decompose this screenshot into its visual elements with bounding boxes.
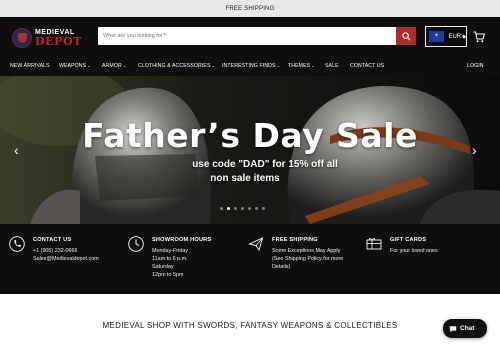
announcement-bar: FREE SHIPPING xyxy=(0,0,500,17)
cart-icon[interactable] xyxy=(473,31,485,43)
nav-label: CONTACT US xyxy=(350,63,385,69)
currency-caret-icon: ◆ xyxy=(462,33,466,40)
nav-themes[interactable]: THEMES⌄ xyxy=(288,63,315,69)
currency-selector[interactable]: EUR ◆ xyxy=(425,26,467,47)
login-link[interactable]: LOGIN xyxy=(467,63,484,69)
info-strip: CONTACT US +1 (905) 232-0666 Sales@Medie… xyxy=(0,224,500,294)
currency-label: EUR xyxy=(448,33,462,40)
search-icon xyxy=(401,31,411,41)
chevron-down-icon: ⌄ xyxy=(211,63,215,68)
slide-dot[interactable] xyxy=(255,207,258,210)
nav-label: ARMOR xyxy=(102,63,122,69)
nav-label: WEAPONS xyxy=(59,63,87,69)
paper-plane-icon xyxy=(248,237,264,252)
nav-armor[interactable]: ARMOR⌄ xyxy=(102,63,126,69)
nav-label: SALE xyxy=(325,63,339,69)
previous-slide-arrow-icon[interactable]: ‹ xyxy=(14,143,19,157)
announcement-text: FREE SHIPPING xyxy=(225,5,275,12)
nav-interesting-finds[interactable]: INTERESTING FINDS⌄ xyxy=(222,63,280,69)
slide-pagination xyxy=(220,207,265,210)
showroom-title: SHOWROOM HOURS xyxy=(152,237,212,243)
hero-subtitle-line-2: non sale items xyxy=(210,173,280,184)
showroom-line: Monday-Friday xyxy=(152,248,188,254)
main-nav: NEW ARRIVALS WEAPONS⌄ ARMOR⌄ CLOTHING & … xyxy=(0,57,500,76)
chevron-down-icon: ⌄ xyxy=(276,63,281,68)
gift-cards-line: For your loved ones xyxy=(390,248,438,254)
chat-label: Chat xyxy=(460,325,475,332)
gift-icon xyxy=(366,238,382,250)
nav-new-arrivals[interactable]: NEW ARRIVALS xyxy=(10,63,50,69)
hero-slideshow[interactable]: Father’s Day Sale use code "DAD" for 15%… xyxy=(0,76,500,224)
contact-email[interactable]: Sales@Medievaldepot.com xyxy=(33,256,99,262)
contact-title: CONTACT US xyxy=(33,237,72,243)
shipping-line: Details) xyxy=(272,264,291,270)
nav-label: THEMES xyxy=(288,63,311,69)
nav-label: INTERESTING FINDS xyxy=(222,63,276,69)
nav-label: CLOTHING & ACCESSORIES xyxy=(138,63,211,69)
showroom-line: 11am to 6 p.m. xyxy=(152,256,188,262)
slide-dot[interactable] xyxy=(220,207,223,210)
slide-dot[interactable] xyxy=(241,207,244,210)
nav-weapons[interactable]: WEAPONS⌄ xyxy=(59,63,91,69)
helmet-logo-icon xyxy=(12,28,32,48)
search-bar xyxy=(98,27,416,45)
search-button[interactable] xyxy=(396,27,416,45)
slide-dot[interactable] xyxy=(227,207,230,210)
slide-dot[interactable] xyxy=(234,207,237,210)
search-input[interactable] xyxy=(98,27,396,45)
contact-phone[interactable]: +1 (905) 232-0666 xyxy=(33,248,78,254)
shipping-title: FREE SHIPPING xyxy=(272,237,318,243)
slide-dot[interactable] xyxy=(262,207,265,210)
eu-flag-icon xyxy=(429,31,445,42)
chevron-down-icon: ⌄ xyxy=(122,63,127,68)
chat-button[interactable]: Chat xyxy=(443,319,487,338)
nav-clothing-accessories[interactable]: CLOTHING & ACCESSORIES⌄ xyxy=(138,63,215,69)
shipping-line: Some Exceptions May Apply xyxy=(272,248,341,254)
nav-sale[interactable]: SALE xyxy=(325,63,339,69)
shop-tagline: MEDIEVAL SHOP WITH SWORDS, FANTASY WEAPO… xyxy=(102,321,398,330)
hero-title: Father’s Day Sale xyxy=(82,116,418,155)
logo-line-2: DEPOT xyxy=(35,35,82,48)
hero-subtitle-line-1: use code "DAD" for 15% off all xyxy=(192,159,338,170)
site-logo[interactable]: MEDIEVAL DEPOT xyxy=(12,25,102,51)
clock-icon xyxy=(128,236,144,252)
showroom-line: 12pm to 5pm xyxy=(152,272,184,278)
nav-label: NEW ARRIVALS xyxy=(10,63,50,69)
gift-cards-title: GIFT CARDS xyxy=(390,237,427,243)
chat-icon xyxy=(449,325,457,332)
chevron-down-icon: ⌄ xyxy=(87,63,91,68)
chevron-down-icon: ⌄ xyxy=(311,63,315,68)
site-header: MEDIEVAL DEPOT EUR ◆ xyxy=(0,17,500,57)
phone-icon xyxy=(9,236,25,252)
logo-wordmark: MEDIEVAL DEPOT xyxy=(35,29,82,47)
next-slide-arrow-icon[interactable]: › xyxy=(472,143,477,157)
shipping-line: (See Shipping Policy for more xyxy=(272,256,344,262)
nav-contact-us[interactable]: CONTACT US xyxy=(350,63,384,69)
showroom-line: Saturday xyxy=(152,264,174,270)
slide-dot[interactable] xyxy=(248,207,251,210)
